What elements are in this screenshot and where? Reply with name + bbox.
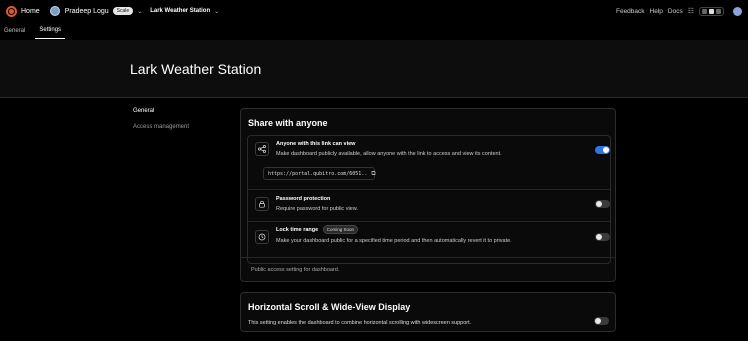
share-card-title: Share with anyone xyxy=(248,118,328,128)
horizontal-scroll-toggle[interactable] xyxy=(594,317,609,325)
page-title: Lark Weather Station xyxy=(130,61,262,77)
system-mode-icon xyxy=(716,8,721,14)
lock-time-range-description: Make your dashboard public for a specifi… xyxy=(276,238,512,244)
horizontal-scroll-card: Horizontal Scroll & Wide-View Display Th… xyxy=(240,292,616,332)
clock-icon xyxy=(255,230,269,244)
page-header xyxy=(0,40,748,98)
plan-badge: Scale xyxy=(112,7,134,15)
public-link-title: Anyone with this link can view xyxy=(276,141,356,147)
tab-settings[interactable]: Settings xyxy=(35,22,66,39)
share-options-panel: Anyone with this link can view Make dash… xyxy=(247,135,611,264)
top-navigation-bar: Home Pradeep Logu Scale ⌄ Lark Weather S… xyxy=(0,0,748,22)
workspace-name[interactable]: Pradeep Logu xyxy=(65,8,109,15)
sidebar-item-general[interactable]: General xyxy=(133,108,189,124)
password-protection-title: Password protection xyxy=(276,196,331,202)
user-avatar[interactable] xyxy=(733,6,742,16)
public-link-field[interactable]: https://portal.qubitro.com/6051.. ⧉ xyxy=(263,167,376,180)
feedback-link[interactable]: Feedback xyxy=(616,8,645,15)
settings-sidebar: General Access management xyxy=(133,108,189,140)
top-right-actions: Feedback Help Docs ☷ xyxy=(616,6,742,16)
chevron-down-icon[interactable]: ⌄ xyxy=(214,8,219,15)
lock-icon xyxy=(255,197,269,211)
divider xyxy=(241,257,615,258)
tab-general[interactable]: General xyxy=(0,22,29,39)
password-protection-row: Password protection Require password for… xyxy=(248,189,610,221)
docs-link[interactable]: Docs xyxy=(668,8,683,15)
chevron-down-icon[interactable]: ⌄ xyxy=(137,8,142,15)
dark-mode-icon xyxy=(709,8,714,14)
lock-time-range-title: Lock time range Coming Soon xyxy=(276,225,358,234)
lock-time-range-label: Lock time range xyxy=(276,227,319,233)
sidebar-item-access-management[interactable]: Access management xyxy=(133,124,189,140)
lock-time-range-toggle[interactable] xyxy=(595,233,610,241)
horizontal-scroll-title: Horizontal Scroll & Wide-View Display xyxy=(248,302,411,312)
home-link[interactable]: Home xyxy=(21,8,40,15)
project-selector[interactable]: Lark Weather Station xyxy=(150,8,210,14)
theme-toggle[interactable] xyxy=(699,6,724,16)
grid-icon[interactable]: ☷ xyxy=(688,7,694,15)
copy-icon[interactable]: ⧉ xyxy=(371,170,375,178)
brand-logo-icon[interactable] xyxy=(6,5,17,17)
light-mode-icon xyxy=(702,8,707,14)
workspace-avatar xyxy=(49,6,60,16)
share-card-footer: Public access setting for dashboard. xyxy=(251,267,340,273)
coming-soon-badge: Coming Soon xyxy=(322,225,358,234)
public-link-toggle[interactable] xyxy=(595,146,610,154)
public-link-description: Make dashboard publicly available, allow… xyxy=(276,151,502,157)
share-icon xyxy=(255,142,269,156)
lock-time-range-row: Lock time range Coming Soon Make your da… xyxy=(248,221,610,253)
password-protection-description: Require password for public view. xyxy=(276,206,358,212)
password-protection-toggle[interactable] xyxy=(595,200,610,208)
share-card: Share with anyone Anyone with this link … xyxy=(240,108,616,282)
public-link-url: https://portal.qubitro.com/6051.. xyxy=(268,170,368,177)
horizontal-scroll-description: This setting enables the dashboard to co… xyxy=(248,320,472,326)
help-link[interactable]: Help xyxy=(650,8,663,15)
tab-bar: General Settings xyxy=(0,22,748,39)
